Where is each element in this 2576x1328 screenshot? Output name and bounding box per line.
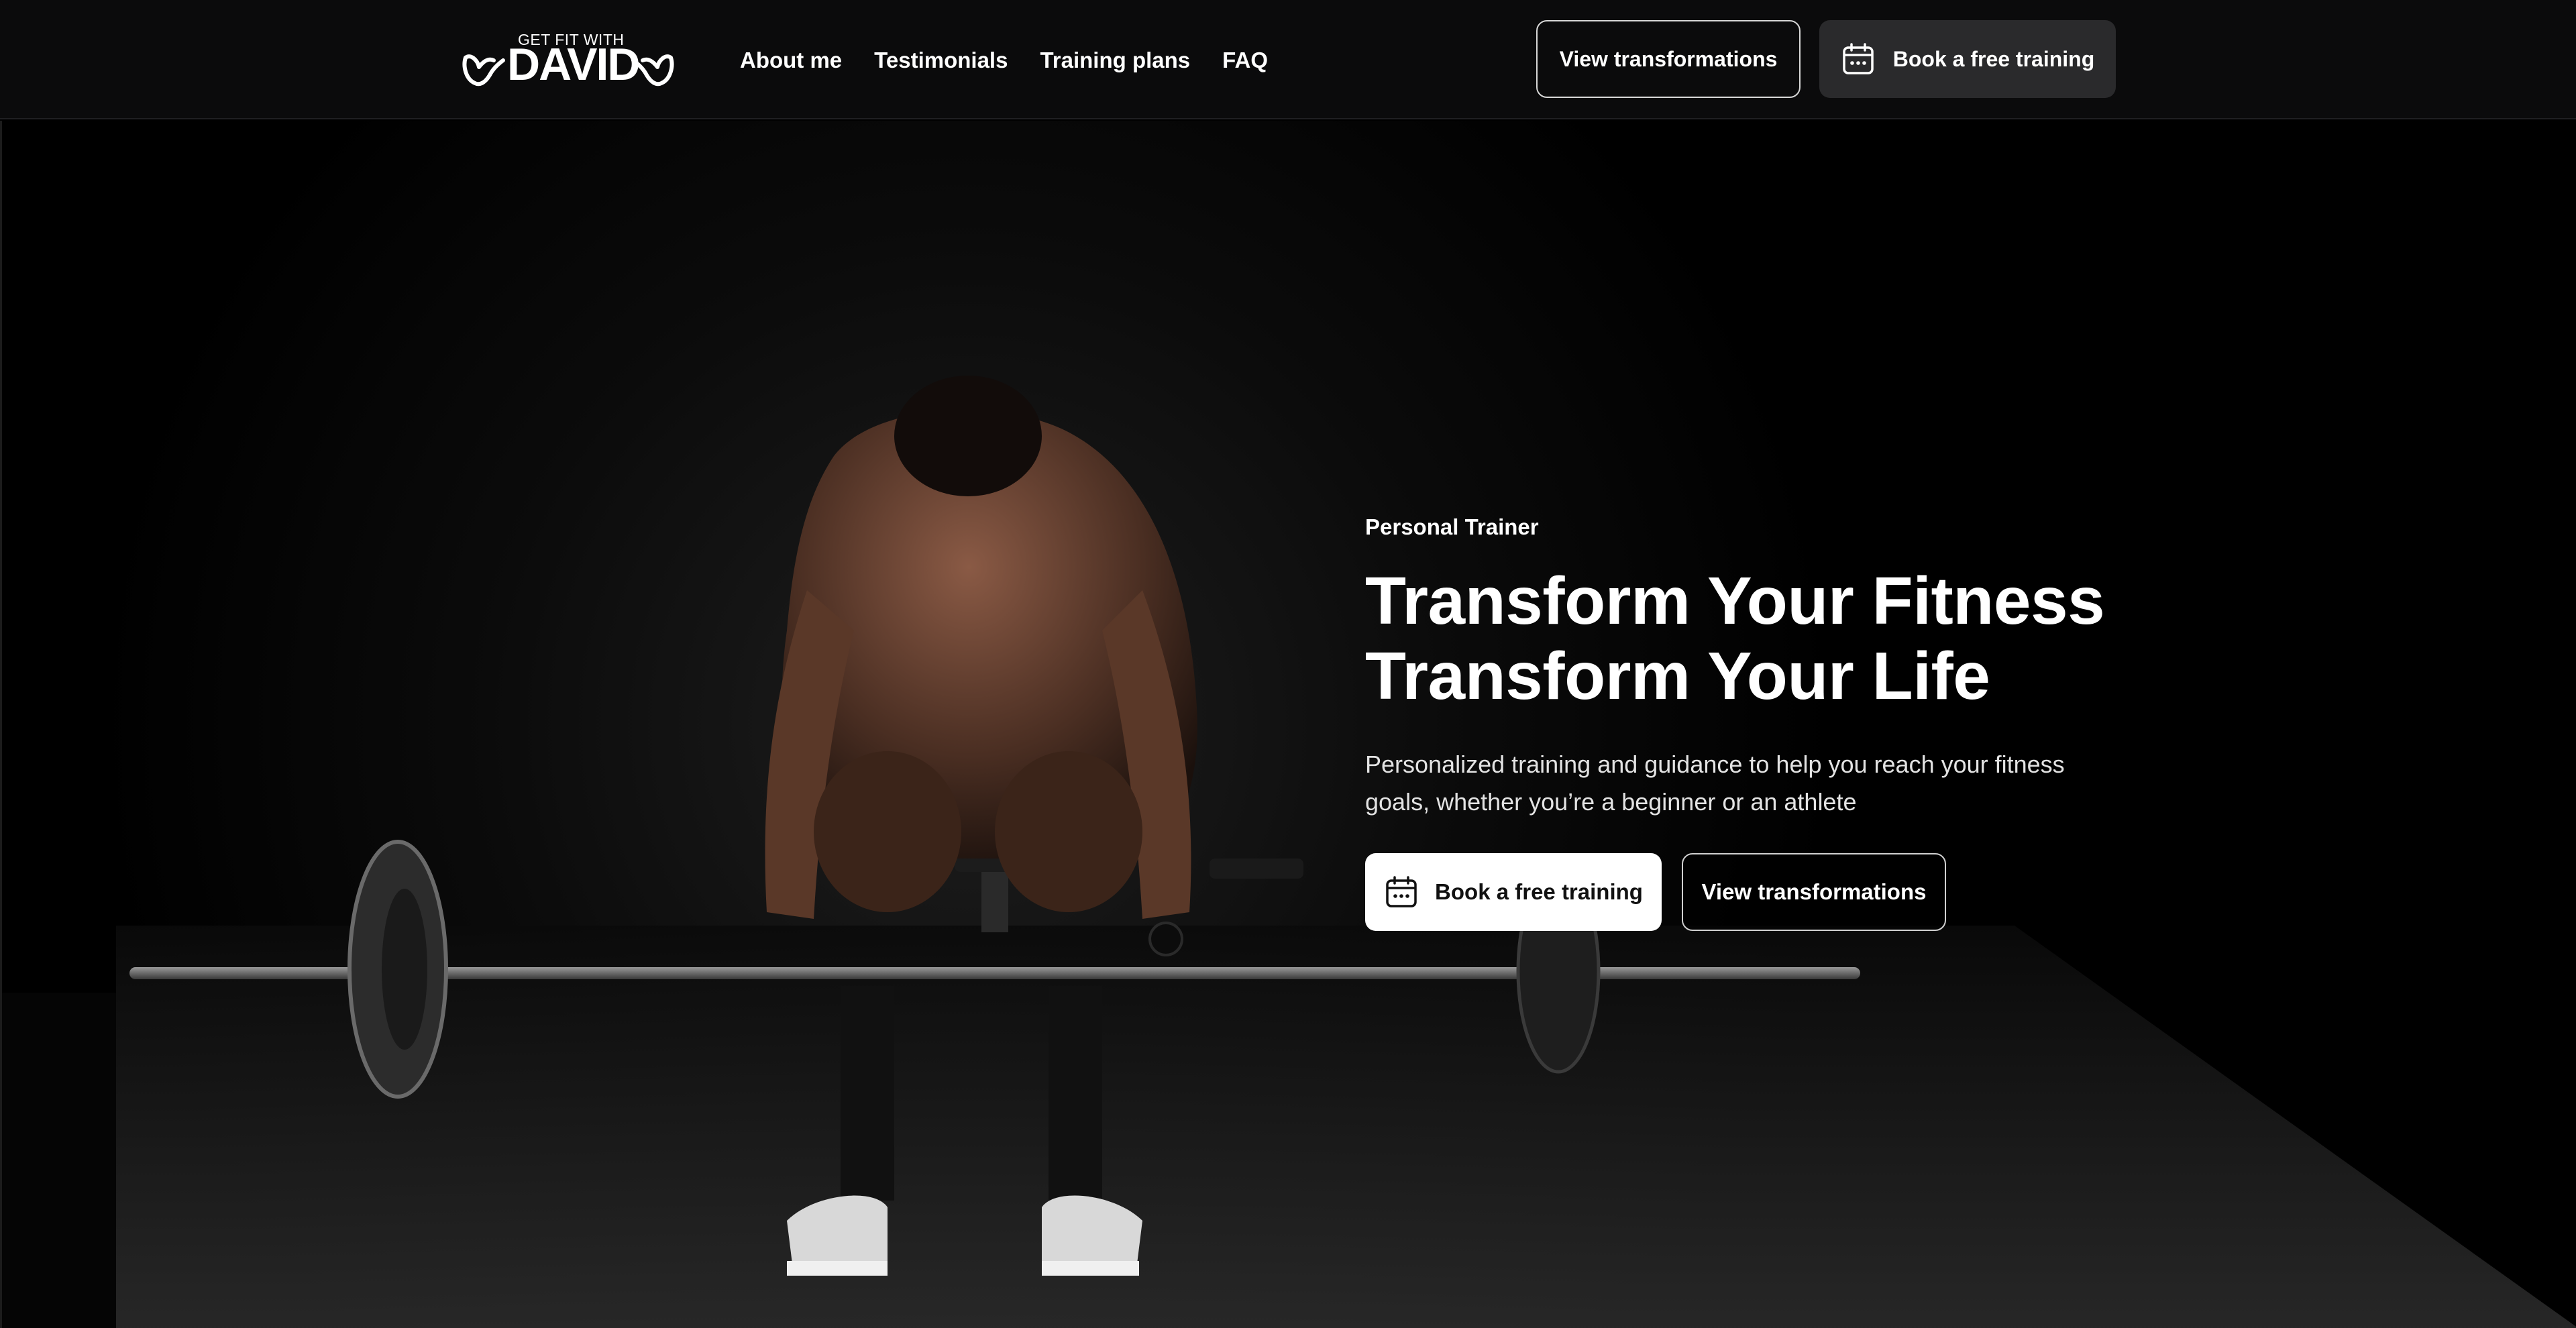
hero-headline: Transform Your Fitness Transform Your Li… [1365,563,2170,714]
nav-faq[interactable]: FAQ [1222,47,1268,74]
hero-content: Personal Trainer Transform Your Fitness … [1365,514,2170,931]
view-transformations-button[interactable]: View transformations [1536,20,1801,98]
hero-view-transformations-label: View transformations [1701,879,1927,904]
man-deadlift-photo [2,121,2576,1328]
book-free-training-button[interactable]: Book a free training [1819,20,2116,98]
nav-training-plans[interactable]: Training plans [1040,47,1190,74]
calendar-icon [1841,42,1876,76]
hero-book-free-training-button[interactable]: Book a free training [1365,853,1662,931]
main-nav: About me Testimonials Training plans FAQ [740,47,1268,74]
hero-section: Personal Trainer Transform Your Fitness … [0,121,2576,1328]
hero-headline-line-2: Transform Your Life [1365,639,1990,714]
logo-wordmark: DAVID [507,39,641,90]
view-transformations-label: View transformations [1559,46,1778,71]
hero-view-transformations-button[interactable]: View transformations [1682,853,1946,931]
calendar-icon [1384,875,1419,909]
hero-eyebrow: Personal Trainer [1365,514,1539,539]
site-header: GET FIT WITH DAVID About me Testimonials… [0,0,2576,119]
hero-cta-row: Book a free training View transformation… [1365,853,2170,931]
nav-about-me[interactable]: About me [740,47,842,74]
nav-testimonials[interactable]: Testimonials [874,47,1008,74]
hero-headline-line-1: Transform Your Fitness [1365,563,2105,639]
hero-book-free-training-label: Book a free training [1435,879,1643,904]
book-free-training-label: Book a free training [1892,46,2095,71]
logo[interactable]: GET FIT WITH DAVID [460,31,676,90]
hero-subtext: Personalized training and guidance to he… [1365,751,2065,816]
